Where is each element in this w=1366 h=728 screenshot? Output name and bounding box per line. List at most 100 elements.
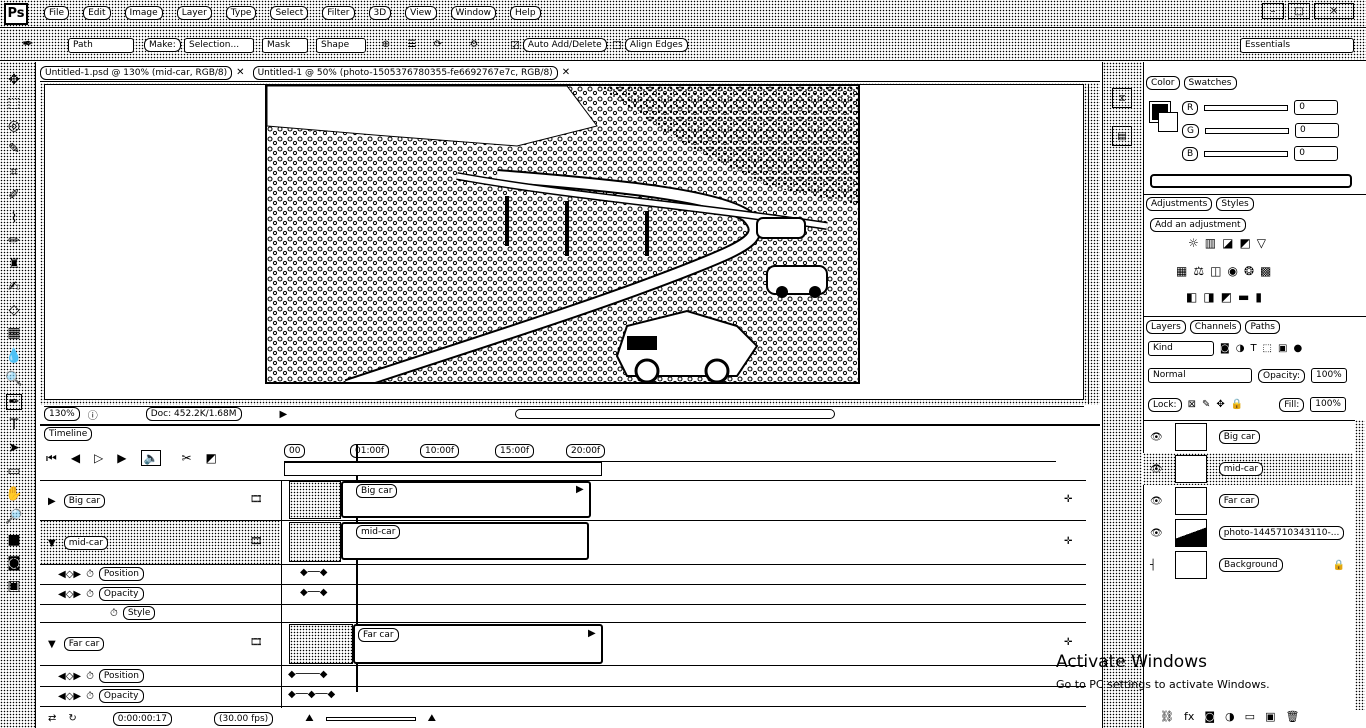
filter-pixel-icon[interactable]: ◙ [1220, 343, 1230, 354]
prop-position[interactable]: ◀◇▶ ⏱ Position [58, 567, 144, 581]
prop-opacity[interactable]: ◀◇▶ ⏱ Opacity [58, 587, 144, 601]
eye-icon[interactable]: 👁 [1150, 464, 1163, 475]
prev-frame-icon[interactable]: ◀ [71, 451, 80, 465]
eye-icon[interactable]: 👁 [1150, 432, 1163, 443]
horizontal-scrollbar[interactable] [515, 409, 836, 419]
zoom-tool-icon[interactable]: 🔎 [5, 509, 22, 525]
checkbox-icon[interactable]: ☐ [612, 39, 622, 52]
crop-tool-icon[interactable]: ⌗ [6, 164, 22, 180]
selective-color-icon[interactable]: ▮ [1255, 290, 1262, 304]
gear-icon[interactable]: ⚙ [466, 36, 482, 52]
mask-icon[interactable]: ◙ [1204, 710, 1215, 723]
gradient-map-icon[interactable]: ▬ [1238, 290, 1249, 304]
vibrance-icon[interactable]: ▽ [1257, 236, 1266, 250]
menu-help[interactable]: Help [510, 6, 541, 20]
close-icon[interactable]: ✕ [562, 67, 570, 78]
channel-mixer-icon[interactable]: ❂ [1244, 264, 1254, 278]
layers-panel-scrollbar[interactable] [1355, 420, 1365, 710]
blue-slider[interactable] [1204, 150, 1289, 157]
photo-filter-icon[interactable]: ◉ [1227, 264, 1237, 278]
pen-tool-icon[interactable]: ✒ [20, 36, 36, 52]
menu-type[interactable]: Type [225, 6, 257, 20]
fill-input[interactable]: 100% [1310, 397, 1346, 412]
keyframe-nav-icon[interactable]: ◀◇▶ [58, 589, 81, 600]
eye-icon[interactable]: 👁 [1150, 528, 1163, 539]
color-ramp[interactable] [1150, 174, 1352, 188]
menu-3d[interactable]: 3D [368, 6, 392, 20]
path-operations-icon[interactable]: ⊕ [378, 36, 394, 52]
quick-mask-icon[interactable]: ◙ [6, 555, 22, 571]
chevron-right-icon[interactable]: ▶ [280, 409, 288, 420]
filter-type-icon[interactable]: T [1250, 343, 1256, 354]
exposure-icon[interactable]: ◩ [1239, 236, 1250, 250]
adjustment-layer-icon[interactable]: ◑ [1225, 710, 1235, 723]
tab-swatches[interactable]: Swatches [1183, 76, 1237, 90]
new-layer-icon[interactable]: ▣ [1265, 710, 1275, 723]
hand-tool-icon[interactable]: ✋ [5, 486, 22, 502]
checkbox-icon[interactable]: ☑ [510, 39, 520, 52]
bg-color-swatch[interactable] [1158, 112, 1178, 132]
levels-icon[interactable]: ▥ [1205, 236, 1216, 250]
eraser-icon[interactable]: ◇ [6, 302, 22, 318]
menu-select[interactable]: Select [270, 6, 309, 20]
timeline-title[interactable]: Timeline [44, 427, 93, 441]
color-swatches-icon[interactable]: ■ [6, 532, 22, 548]
hue-saturation-icon[interactable]: ▦ [1176, 264, 1187, 278]
lock-pixels-icon[interactable]: ⊠ [1188, 399, 1196, 410]
keyframe-icon[interactable]: ◆────◆ [288, 669, 327, 680]
shape-tool-icon[interactable]: ▭ [6, 463, 22, 479]
keyframe-nav-icon[interactable]: ◀◇▶ [58, 569, 81, 580]
path-select-icon[interactable]: ➤ [6, 440, 22, 456]
move-tool-icon[interactable]: ✥ [6, 72, 22, 88]
keyframe-icon[interactable]: ◆──◆ [300, 567, 327, 578]
stopwatch-icon[interactable]: ⏱ [86, 589, 94, 600]
auto-add-delete[interactable]: ☑ Auto Add/Delete [510, 38, 607, 52]
canvas-image[interactable] [265, 84, 860, 384]
red-value[interactable]: 0 [1294, 100, 1339, 115]
healing-brush-icon[interactable]: ⌇ [6, 210, 22, 226]
split-icon[interactable]: ✂ [181, 451, 191, 465]
zoom-slider[interactable] [325, 716, 416, 721]
stopwatch-icon[interactable]: ⏱ [86, 691, 94, 702]
close-icon[interactable]: ✕ [236, 67, 244, 78]
link-icon[interactable]: ⛓ [1160, 710, 1174, 723]
doc-tab-1[interactable]: Untitled-1.psd @ 130% (mid-car, RGB/8) [40, 65, 233, 80]
align-edges[interactable]: ☐ Align Edges [612, 38, 688, 52]
visibility-empty-icon[interactable]: ┤ [1150, 560, 1163, 571]
marquee-tool-icon[interactable]: ⬚ [6, 95, 22, 111]
work-area-bar[interactable] [284, 462, 602, 476]
path-arrange-icon[interactable]: ⟳ [430, 36, 446, 52]
opacity-input[interactable]: 100% [1311, 368, 1347, 383]
curves-icon[interactable]: ◪ [1222, 236, 1233, 250]
transition-icon[interactable]: ◩ [206, 451, 217, 465]
layer-row[interactable]: 👁 Far car [1150, 486, 1260, 516]
posterize-icon[interactable]: ◨ [1203, 290, 1214, 304]
film-icon[interactable]: 🎞 [250, 637, 263, 648]
info-icon[interactable]: ⓘ [88, 407, 98, 422]
lock-paint-icon[interactable]: ✎ [1202, 399, 1210, 410]
lock-all-icon[interactable]: 🔒 [1231, 399, 1243, 410]
gradient-tool-icon[interactable]: ▦ [6, 325, 22, 341]
track-far-car[interactable]: ▼ Far car [48, 637, 105, 651]
dodge-tool-icon[interactable]: 🔍 [5, 371, 22, 387]
clip-end-icon[interactable]: ▶ [588, 628, 596, 639]
tab-styles[interactable]: Styles [1216, 197, 1254, 211]
filter-adjust-icon[interactable]: ◑ [1236, 343, 1245, 354]
layer-row[interactable]: ┤ Background 🔒 [1150, 550, 1345, 580]
add-media-icon[interactable]: ✛ [1064, 536, 1072, 547]
stopwatch-icon[interactable]: ⏱ [86, 671, 94, 682]
next-frame-icon[interactable]: ▶ [117, 451, 126, 465]
filter-shape-icon[interactable]: ⬚ [1263, 343, 1272, 354]
convert-frame-icon[interactable]: ⇄ [48, 713, 56, 724]
tab-layers[interactable]: Layers [1146, 320, 1186, 334]
trash-icon[interactable]: 🗑 [1285, 710, 1299, 723]
blur-tool-icon[interactable]: 💧 [5, 348, 22, 364]
tool-mode-select[interactable]: Path [68, 38, 134, 53]
go-first-icon[interactable]: ⏮ [46, 451, 57, 466]
group-icon[interactable]: ▭ [1245, 710, 1255, 723]
screen-mode-icon[interactable]: ▣ [6, 578, 22, 594]
quick-select-icon[interactable]: ✎ [6, 141, 22, 157]
menu-view[interactable]: View [405, 6, 437, 20]
type-tool-icon[interactable]: T [6, 417, 22, 433]
chevron-right-icon[interactable]: ▶ [48, 496, 56, 507]
